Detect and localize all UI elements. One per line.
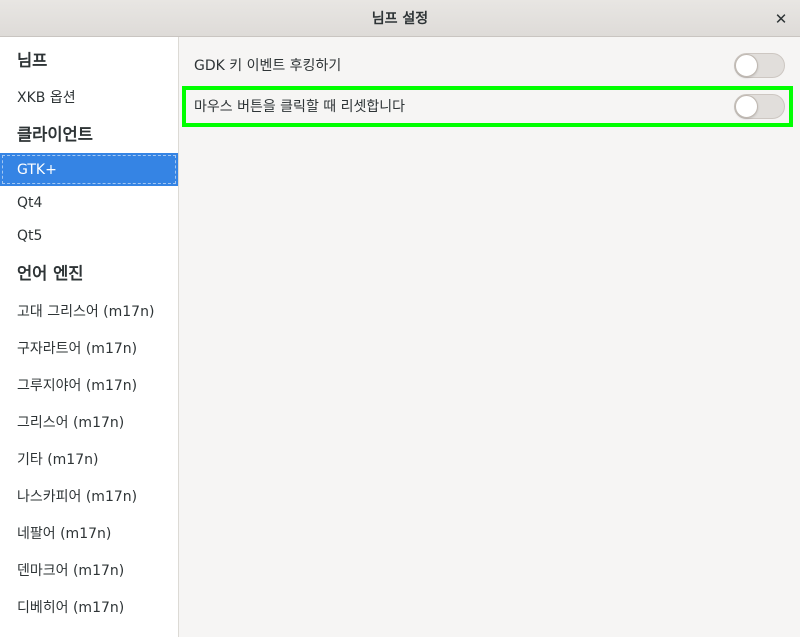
sidebar-item-qt5[interactable]: Qt5 [0, 219, 178, 252]
settings-window: 님프 설정 ✕ 님프 XKB 옵션 클라이언트 GTK+ Qt4 Qt5 언어 … [0, 0, 800, 637]
setting-label: 마우스 버튼을 클릭할 때 리셋합니다 [194, 99, 405, 115]
sidebar-item-nepali[interactable]: 네팔어 (m17n) [0, 514, 178, 551]
sidebar-item-naskapi[interactable]: 나스카피어 (m17n) [0, 477, 178, 514]
sidebar-item-ancient-greek[interactable]: 고대 그리스어 (m17n) [0, 292, 178, 329]
toggle-knob [735, 54, 758, 77]
sidebar-item-greek[interactable]: 그리스어 (m17n) [0, 403, 178, 440]
setting-label: GDK 키 이벤트 후킹하기 [194, 58, 342, 74]
settings-panel: GDK 키 이벤트 후킹하기 마우스 버튼을 클릭할 때 리셋합니다 [180, 37, 800, 637]
sidebar-item-xkb-options[interactable]: XKB 옵션 [0, 80, 178, 113]
setting-row-reset-on-click: 마우스 버튼을 클릭할 때 리셋합니다 [180, 87, 800, 125]
sidebar-item-other[interactable]: 기타 (m17n) [0, 440, 178, 477]
sidebar-item-qt4[interactable]: Qt4 [0, 186, 178, 219]
setting-row-gdk-hooking: GDK 키 이벤트 후킹하기 [180, 46, 800, 84]
sidebar-item-gtk[interactable]: GTK+ [0, 153, 178, 186]
sidebar-header-language-engines: 언어 엔진 [17, 264, 84, 283]
sidebar: 님프 XKB 옵션 클라이언트 GTK+ Qt4 Qt5 언어 엔진 고대 그리… [0, 37, 179, 637]
gdk-hooking-toggle[interactable] [734, 53, 785, 78]
sidebar-header-nimf: 님프 [17, 50, 48, 70]
toggle-knob [735, 95, 758, 118]
sidebar-item-gujarati[interactable]: 구자라트어 (m17n) [0, 329, 178, 366]
titlebar: 님프 설정 ✕ [0, 0, 800, 37]
sidebar-item-georgian[interactable]: 그루지야어 (m17n) [0, 366, 178, 403]
window-title: 님프 설정 [371, 11, 429, 27]
sidebar-item-dhivehi[interactable]: 디베히어 (m17n) [0, 588, 178, 625]
sidebar-item-danish[interactable]: 덴마크어 (m17n) [0, 551, 178, 588]
reset-on-click-toggle[interactable] [734, 94, 785, 119]
sidebar-header-clients: 클라이언트 [17, 125, 93, 144]
close-icon[interactable]: ✕ [770, 8, 792, 30]
